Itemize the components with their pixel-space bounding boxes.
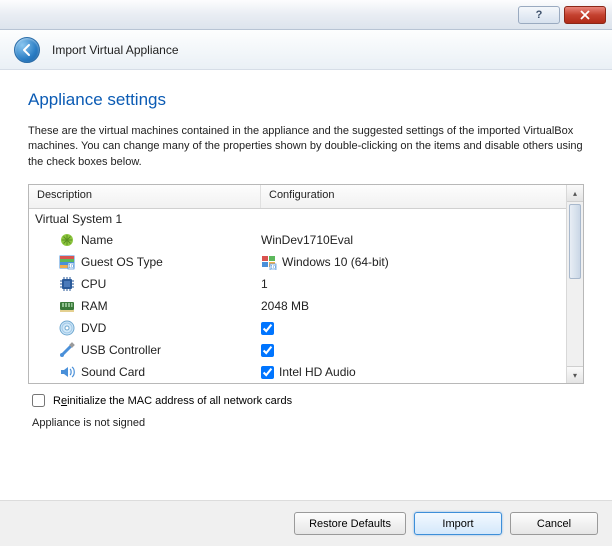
- name-icon: [59, 232, 75, 248]
- close-button[interactable]: [564, 6, 606, 24]
- table-row[interactable]: Name WinDev1710Eval: [29, 229, 583, 251]
- vertical-scrollbar[interactable]: ▴ ▾: [566, 185, 583, 383]
- row-description: DVD: [29, 320, 261, 336]
- table-row[interactable]: 10 Guest OS Type 10 Windows 10 (64-bit): [29, 251, 583, 273]
- scroll-track[interactable]: [567, 202, 583, 366]
- close-icon: [580, 10, 590, 20]
- windows-icon: 10: [261, 254, 277, 270]
- column-configuration[interactable]: Configuration: [261, 185, 583, 208]
- scroll-thumb[interactable]: [569, 204, 581, 279]
- row-description: 10 Guest OS Type: [29, 254, 261, 270]
- dvd-icon: [59, 320, 75, 336]
- section-header[interactable]: Virtual System 1: [29, 209, 583, 229]
- mac-reinit-row: Reinitialize the MAC address of all netw…: [28, 394, 584, 407]
- cpu-icon: [59, 276, 75, 292]
- row-value: Windows 10 (64-bit): [282, 255, 389, 269]
- ram-icon: [59, 298, 75, 314]
- row-label: RAM: [81, 299, 108, 313]
- import-button[interactable]: Import: [414, 512, 502, 535]
- svg-text:10: 10: [270, 265, 276, 270]
- mac-reinit-checkbox[interactable]: [32, 394, 45, 407]
- cancel-button[interactable]: Cancel: [510, 512, 598, 535]
- settings-table: Description Configuration Virtual System…: [28, 184, 584, 384]
- table-row[interactable]: USB Controller: [29, 339, 583, 361]
- row-checkbox[interactable]: [261, 344, 274, 357]
- row-checkbox[interactable]: [261, 366, 274, 379]
- row-config: [261, 344, 583, 357]
- table-row[interactable]: CPU 1: [29, 273, 583, 295]
- row-value: 2048 MB: [261, 299, 309, 313]
- row-value: Intel HD Audio: [279, 365, 356, 379]
- scroll-up-button[interactable]: ▴: [567, 185, 583, 202]
- window-title: Import Virtual Appliance: [52, 43, 179, 57]
- row-label: DVD: [81, 321, 106, 335]
- row-label: USB Controller: [81, 343, 161, 357]
- row-label: Name: [81, 233, 113, 247]
- table-header: Description Configuration: [29, 185, 583, 209]
- intro-text: These are the virtual machines contained…: [28, 124, 584, 170]
- row-description: RAM: [29, 298, 261, 314]
- scroll-down-button[interactable]: ▾: [567, 366, 583, 383]
- row-checkbox[interactable]: [261, 322, 274, 335]
- table-row[interactable]: Sound Card Intel HD Audio: [29, 361, 583, 383]
- restore-defaults-button[interactable]: Restore Defaults: [294, 512, 406, 535]
- content-area: Appliance settings These are the virtual…: [0, 70, 612, 441]
- help-button[interactable]: ?: [518, 6, 560, 24]
- footer: Restore Defaults Import Cancel: [0, 500, 612, 546]
- row-config: [261, 322, 583, 335]
- row-value: WinDev1710Eval: [261, 233, 353, 247]
- header-bar: Import Virtual Appliance: [0, 30, 612, 70]
- table-row[interactable]: RAM 2048 MB: [29, 295, 583, 317]
- sound-icon: [59, 364, 75, 380]
- row-description: Sound Card: [29, 364, 261, 380]
- os-icon: 10: [59, 254, 75, 270]
- back-arrow-icon: [20, 43, 34, 57]
- row-value: 1: [261, 277, 268, 291]
- row-config: Intel HD Audio: [261, 365, 583, 379]
- row-config: 10 Windows 10 (64-bit): [261, 254, 583, 270]
- row-label: CPU: [81, 277, 106, 291]
- page-title: Appliance settings: [28, 90, 584, 110]
- titlebar: ?: [0, 0, 612, 30]
- row-config: 2048 MB: [261, 299, 583, 313]
- table-row[interactable]: DVD: [29, 317, 583, 339]
- back-button[interactable]: [14, 37, 40, 63]
- row-description: CPU: [29, 276, 261, 292]
- usb-icon: [59, 342, 75, 358]
- row-description: Name: [29, 232, 261, 248]
- table-body: Virtual System 1 Name WinDev1710Eval 10 Gue…: [29, 209, 583, 383]
- row-description: USB Controller: [29, 342, 261, 358]
- row-config: 1: [261, 277, 583, 291]
- row-label: Sound Card: [81, 365, 145, 379]
- column-description[interactable]: Description: [29, 185, 261, 208]
- mac-reinit-label[interactable]: Reinitialize the MAC address of all netw…: [53, 395, 292, 407]
- row-label: Guest OS Type: [81, 255, 163, 269]
- signed-status: Appliance is not signed: [28, 417, 584, 429]
- row-config: WinDev1710Eval: [261, 233, 583, 247]
- svg-text:10: 10: [68, 264, 74, 270]
